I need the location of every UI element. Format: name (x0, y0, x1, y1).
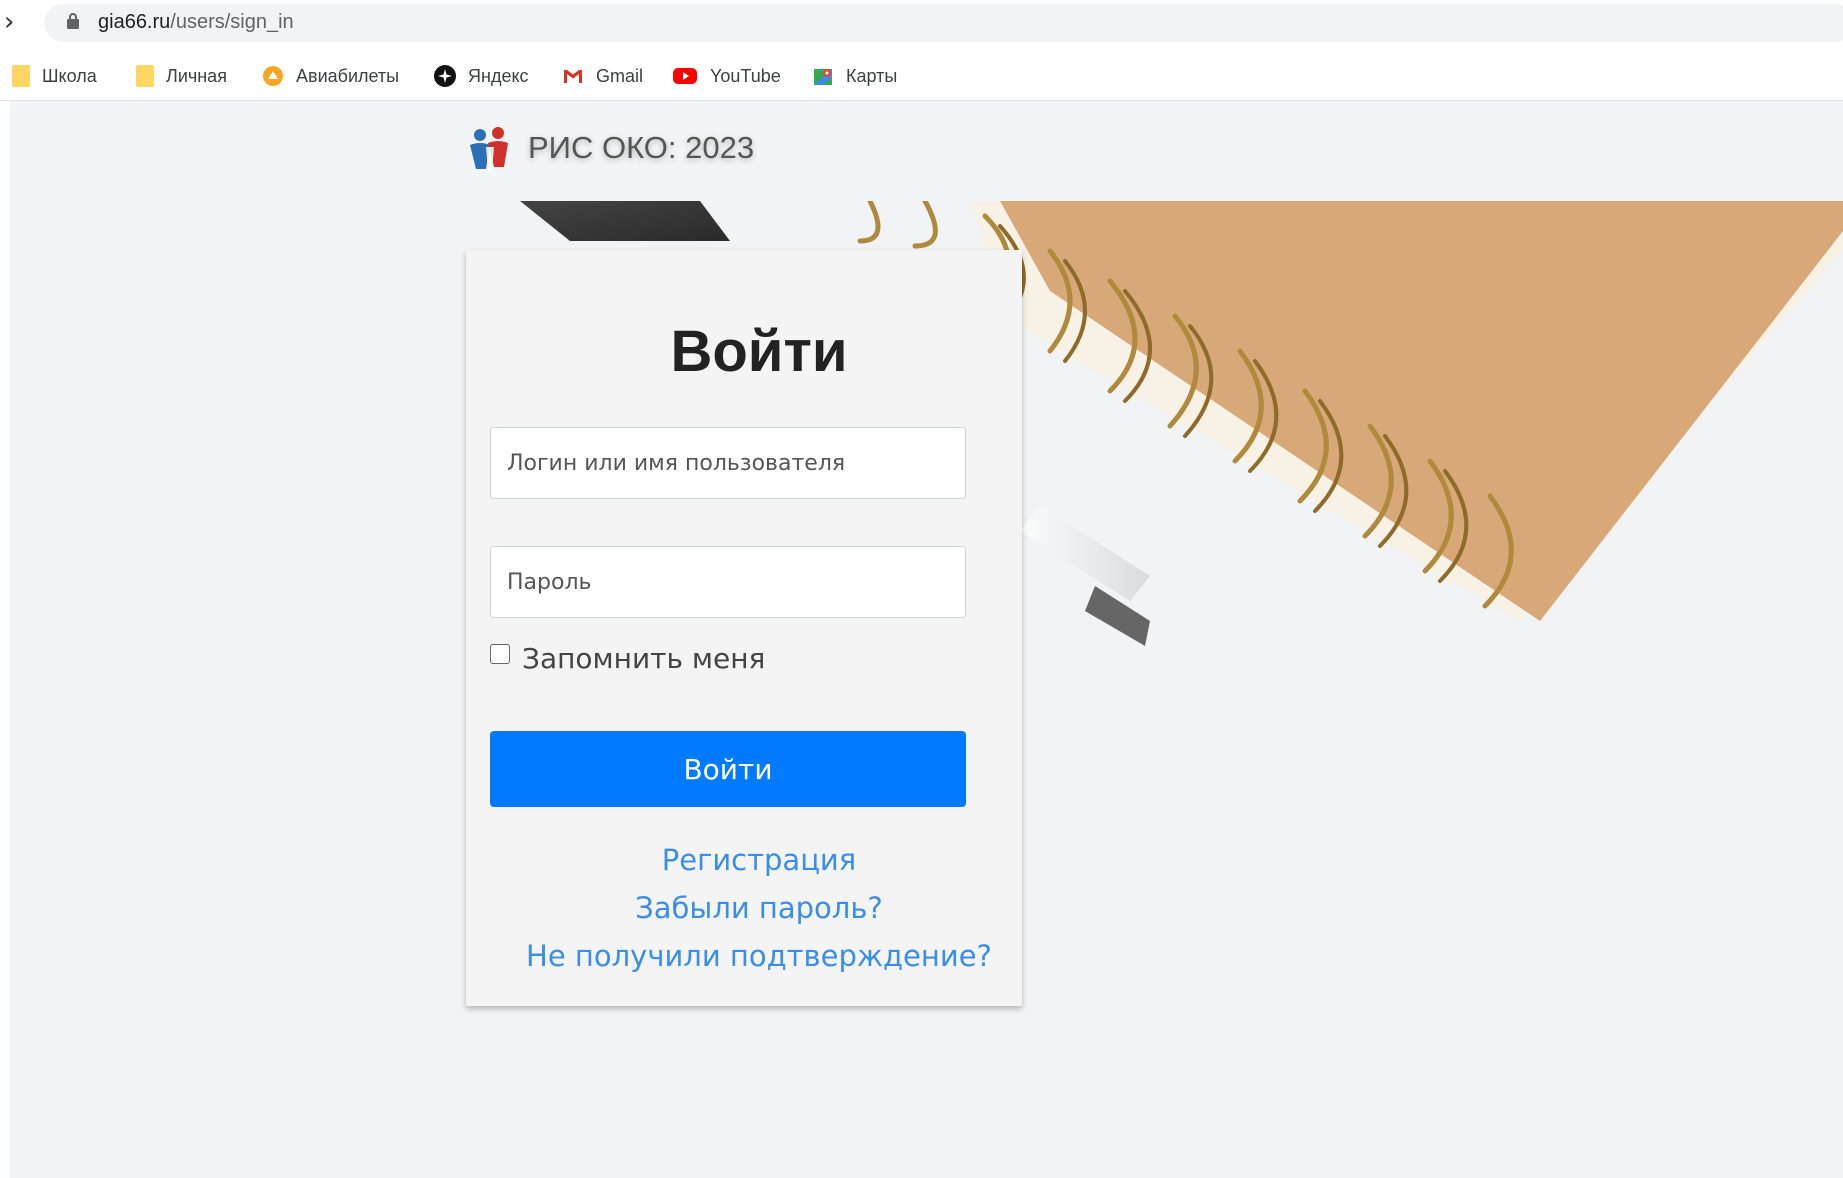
url-domain: gia66.ru (98, 11, 171, 33)
login-submit-button[interactable]: Войти (490, 731, 966, 807)
page-content: РИС ОКО: 2023 Войти Логин или имя пользо… (10, 101, 1843, 1178)
folder-icon (12, 65, 30, 87)
bookmark-yandex[interactable]: Яндекс (434, 52, 529, 100)
bookmark-label: Gmail (596, 65, 644, 86)
lock-icon (67, 13, 79, 29)
remember-me[interactable]: Запомнить меня (490, 642, 765, 675)
login-title: Войти (670, 319, 848, 384)
auth-links: Регистрация Забыли пароль? Не получили п… (466, 836, 1022, 980)
login-input[interactable] (490, 427, 966, 499)
remember-me-checkbox[interactable] (490, 643, 510, 664)
bookmarks-bar: Школа Личная Авиабилеты Яндекс Gmail You… (0, 52, 1843, 101)
bookmark-gmail[interactable]: Gmail (562, 52, 643, 100)
bookmark-label: Яндекс (468, 65, 529, 86)
bookmark-personal[interactable]: Личная (136, 52, 227, 100)
register-link[interactable]: Регистрация (496, 836, 1022, 884)
address-bar: › gia66.ru/users/sign_in (0, 0, 1843, 46)
youtube-icon (673, 68, 697, 84)
bookmark-label: YouTube (710, 65, 781, 86)
bookmark-maps[interactable]: Карты (812, 52, 897, 100)
brand-logo-icon (470, 127, 508, 171)
bookmark-label: Авиабилеты (296, 65, 400, 86)
maps-icon (814, 69, 832, 85)
bookmark-label: Личная (166, 65, 227, 86)
login-card: Войти Запомнить меня Войти Регистрация З… (466, 250, 1022, 1006)
navbar-brand[interactable]: РИС ОКО: 2023 (466, 123, 754, 173)
bookmark-avia[interactable]: Авиабилеты (262, 52, 399, 100)
yandex-icon (434, 65, 456, 87)
back-chevron-icon[interactable]: › (4, 8, 14, 36)
remember-me-label: Запомнить меня (522, 642, 766, 675)
plane-ticket-icon (263, 66, 283, 86)
folder-icon (136, 65, 154, 87)
bookmark-school[interactable]: Школа (12, 52, 97, 100)
bookmark-label: Школа (42, 65, 97, 86)
url-text[interactable]: gia66.ru/users/sign_in (98, 10, 294, 34)
url-path: /users/sign_in (170, 11, 294, 33)
brand-title: РИС ОКО: 2023 (528, 130, 755, 165)
bookmark-label: Карты (846, 65, 898, 86)
password-input[interactable] (490, 546, 966, 618)
bookmark-youtube[interactable]: YouTube (672, 52, 781, 100)
omnibox[interactable] (44, 4, 1843, 42)
resend-confirmation-link[interactable]: Не получили подтверждение? (496, 932, 1022, 980)
gmail-icon (564, 70, 582, 83)
forgot-password-link[interactable]: Забыли пароль? (496, 884, 1022, 932)
